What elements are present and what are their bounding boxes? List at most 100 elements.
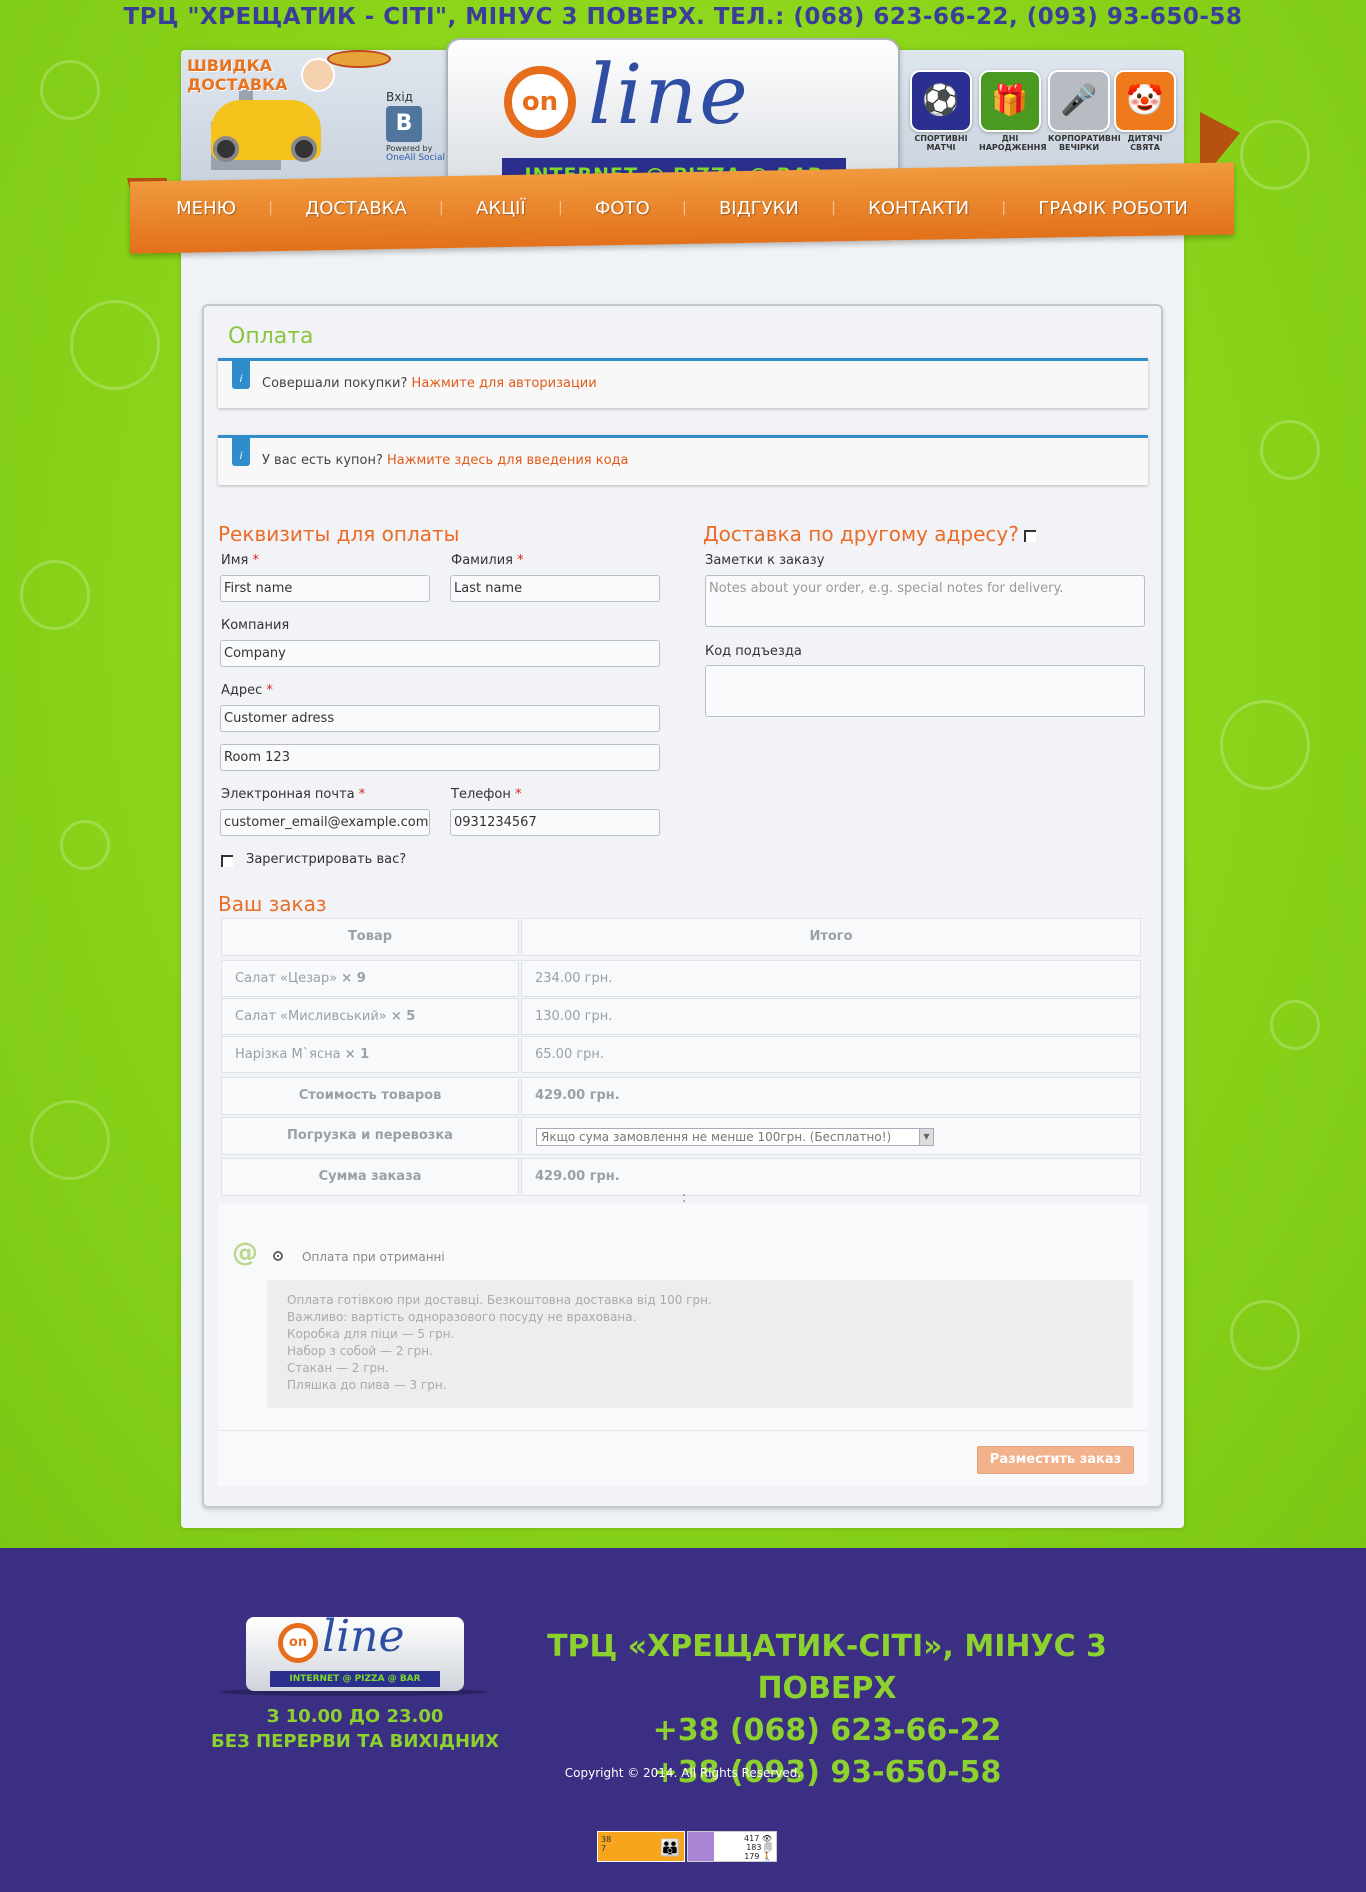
- email-field[interactable]: customer_email@example.com: [220, 809, 430, 836]
- nav-separator: |: [268, 200, 273, 216]
- first-name-field[interactable]: First name: [220, 575, 430, 602]
- footer-logo-on-icon: on: [278, 1623, 318, 1663]
- chevron-down-icon: ▼: [919, 1129, 933, 1145]
- page-title: Оплата: [228, 324, 314, 349]
- shipping-method-select[interactable]: Якщо сума замовлення не менше 100грн. (Б…: [536, 1128, 934, 1146]
- event-links: ⚽ СПОРТИВНІ МАТЧІ 🎁 ДНІ НАРОДЖЕННЯ 🎤 КОР…: [908, 70, 1180, 160]
- subtotal-row: Стоимость товаров 429.00 грн.: [219, 1077, 1145, 1115]
- event-sports[interactable]: ⚽ СПОРТИВНІ МАТЧІ: [910, 70, 972, 152]
- register-label: Зарегистрировать вас?: [246, 852, 407, 867]
- nav-promotions[interactable]: АКЦІЇ: [476, 198, 526, 219]
- last-name-label: Фамилия *: [451, 553, 524, 568]
- copyright: Copyright © 2014. All Rights Reserved.: [564, 1766, 802, 1780]
- total-value: 429.00 грн.: [521, 1158, 1141, 1196]
- shipping-label: Погрузка и перевозка: [221, 1117, 519, 1155]
- event-birthdays[interactable]: 🎁 ДНІ НАРОДЖЕННЯ: [979, 70, 1046, 152]
- main-nav: МЕНЮ | ДОСТАВКА | АКЦІЇ | ФОТО | ВІДГУКИ…: [130, 172, 1234, 244]
- nav-separator: |: [439, 200, 444, 216]
- shipping-title: Доставка по другому адресу?: [703, 522, 1019, 546]
- oneall-link[interactable]: OneAll Social: [386, 153, 446, 163]
- nav-photo[interactable]: ФОТО: [595, 198, 650, 219]
- shipping-selected-option: Якщо сума замовлення не менше 100грн. (Б…: [541, 1130, 892, 1144]
- coupon-link[interactable]: Нажмите здесь для введения кода: [387, 453, 628, 468]
- item-total: 65.00 грн.: [521, 1036, 1141, 1073]
- ship-different-checkbox[interactable]: [1024, 530, 1036, 542]
- logo-on-power-icon: on: [504, 66, 576, 138]
- nav-separator: |: [557, 200, 563, 216]
- column-header-total: Итого: [521, 918, 1141, 956]
- coupon-notice-text: У вас есть купон?: [262, 453, 383, 468]
- login-link[interactable]: Нажмите для авторизации: [412, 376, 597, 391]
- address-label: Адрес *: [221, 683, 273, 698]
- table-row: Салат «Мисливський» × 5 130.00 грн.: [219, 998, 1145, 1035]
- nav-separator: |: [831, 200, 836, 216]
- nav-separator: |: [681, 200, 687, 216]
- payment-section: @ Оплата при отриманні Оплата готівкою п…: [218, 1204, 1148, 1486]
- footer-logo[interactable]: on line INTERNET @ PIZZA @ BAR: [246, 1611, 464, 1691]
- pizza-icon: [327, 50, 391, 68]
- place-order-button[interactable]: Разместить заказ: [977, 1446, 1134, 1474]
- address-field[interactable]: Customer adress: [220, 705, 660, 732]
- info-icon: i: [232, 361, 250, 389]
- powered-by-label: Powered by: [386, 144, 433, 153]
- last-name-field[interactable]: Last name: [450, 575, 660, 602]
- company-label: Компания: [221, 618, 290, 633]
- clown-icon: 🤡: [1114, 70, 1176, 132]
- vk-login-button[interactable]: B: [386, 106, 422, 142]
- coupon-notice: i У вас есть купон? Нажмите здесь для вв…: [218, 435, 1148, 485]
- footer-phone-1[interactable]: +38 (068) 623-66-22: [486, 1710, 1168, 1752]
- site-logo[interactable]: on line INTERNET @ PIZZA @ BAR: [446, 38, 900, 192]
- nav-menu[interactable]: МЕНЮ: [176, 198, 236, 219]
- shipping-row: Погрузка и перевозка Якщо сума замовленн…: [219, 1117, 1145, 1155]
- nav-schedule[interactable]: ГРАФІК РОБОТИ: [1038, 198, 1187, 219]
- phone-field[interactable]: 0931234567: [450, 809, 660, 836]
- delivery-promo[interactable]: ШВИДКА ДОСТАВКА: [181, 50, 391, 180]
- login-notice-text: Совершали покупки?: [262, 376, 408, 391]
- login-notice: i Совершали покупки? Нажмите для авториз…: [218, 358, 1148, 408]
- payment-method-label[interactable]: Оплата при отриманні: [302, 1250, 445, 1264]
- column-header-product: Товар: [221, 918, 519, 956]
- order-notes-field[interactable]: Notes about your order, e.g. special not…: [705, 575, 1145, 627]
- footer-address: ТРЦ «ХРЕЩАТИК-СІТІ», МІНУС 3 ПОВЕРХ: [547, 1629, 1107, 1706]
- footer-hours: З 10.00 ДО 23.00 БЕЗ ПЕРЕРВИ ТА ВИХІДНИХ: [210, 1706, 500, 1752]
- social-login: Вхід B Powered by OneAll Social: [386, 90, 446, 163]
- table-header-row: Товар Итого: [219, 918, 1145, 956]
- visitor-counter[interactable]: 38 7 👪: [597, 1831, 685, 1862]
- footer-logo-subtitle: INTERNET @ PIZZA @ BAR: [270, 1671, 440, 1687]
- table-row: Салат «Цезар» × 9 234.00 грн.: [219, 960, 1145, 997]
- phone-label: Телефон *: [451, 787, 522, 802]
- billing-title: Реквизиты для оплаты: [218, 522, 460, 546]
- item-total: 130.00 грн.: [521, 998, 1141, 1035]
- register-checkbox[interactable]: [221, 855, 233, 867]
- divider: [218, 1430, 1148, 1431]
- payment-radio-cod[interactable]: [273, 1251, 283, 1261]
- microphone-icon: 🎤: [1048, 70, 1110, 132]
- company-field[interactable]: Company: [220, 640, 660, 667]
- gift-icon: 🎁: [979, 70, 1041, 132]
- email-label: Электронная почта *: [221, 787, 366, 802]
- order-title: Ваш заказ: [218, 892, 327, 916]
- nav-delivery[interactable]: ДОСТАВКА: [305, 198, 407, 219]
- entrance-code-label: Код подъезда: [705, 644, 802, 659]
- nav-separator: |: [1001, 200, 1007, 216]
- shipping-cell: Якщо сума замовлення не менше 100грн. (Б…: [521, 1117, 1141, 1155]
- table-row: Нарізка М`ясна × 1 65.00 грн.: [219, 1036, 1145, 1073]
- info-icon: i: [232, 438, 250, 466]
- event-corporate[interactable]: 🎤 КОРПОРАТИВНІ ВЕЧІРКИ: [1048, 70, 1121, 152]
- stats-counter[interactable]: 417 👁 183 🗐 179 🚶: [687, 1831, 777, 1862]
- subtotal-label: Стоимость товаров: [221, 1077, 519, 1115]
- order-notes-placeholder: Notes about your order, e.g. special not…: [709, 581, 1064, 596]
- order-notes-label: Заметки к заказу: [705, 553, 825, 568]
- item-name: Нарізка М`ясна × 1: [221, 1036, 519, 1073]
- people-icon: 👪: [660, 1838, 680, 1857]
- at-icon: @: [232, 1238, 258, 1268]
- vk-login-label: Вхід: [386, 90, 413, 104]
- entrance-code-field[interactable]: [705, 665, 1145, 717]
- item-total: 234.00 грн.: [521, 960, 1141, 997]
- first-name-label: Имя *: [221, 553, 259, 568]
- soccer-ball-icon: ⚽: [910, 70, 972, 132]
- nav-reviews[interactable]: ВІДГУКИ: [719, 198, 799, 219]
- address2-field[interactable]: Room 123: [220, 744, 660, 771]
- nav-contacts[interactable]: КОНТАКТИ: [868, 198, 969, 219]
- event-kids[interactable]: 🤡 ДИТЯЧІ СВЯТА: [1114, 70, 1176, 152]
